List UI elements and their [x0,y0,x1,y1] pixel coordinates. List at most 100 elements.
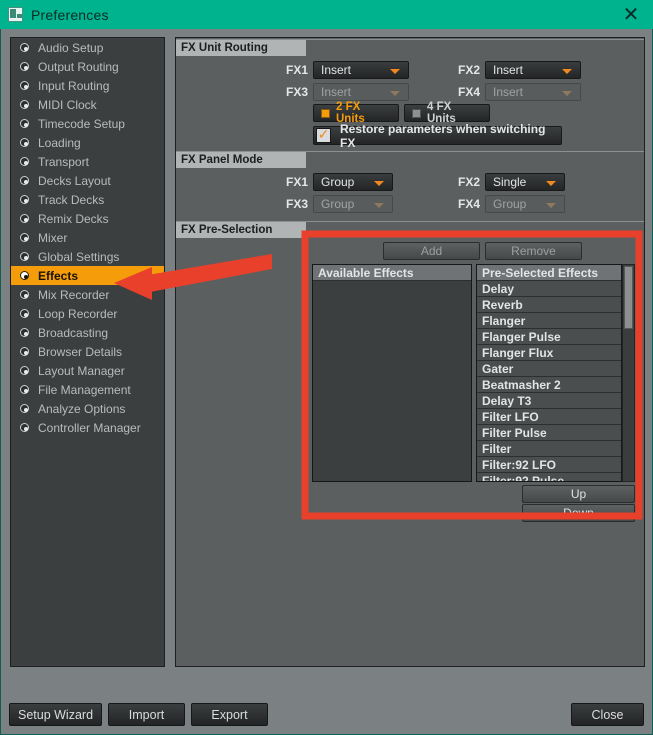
add-button[interactable]: Add [383,242,480,260]
sidebar-item-label: Transport [38,154,89,169]
section-header-fx-pre-selection: FX Pre-Selection [176,222,306,238]
fx-panel-label-fx4: FX4 [457,197,480,211]
fx-panel-label-fx1: FX1 [285,175,308,189]
preselected-effects-list[interactable]: Pre-Selected Effects Delay Reverb Flanger Fl… [476,264,622,482]
radio-icon [20,138,29,147]
chevron-down-icon [390,69,400,74]
fx-routing-dropdown-fx1[interactable]: Insert [313,61,409,79]
preselected-list-header: Pre-Selected Effects [477,265,621,281]
effects-settings-panel: FX Unit Routing FX1 Insert FX2 Insert FX… [175,37,645,667]
fx-panel-label-fx3: FX3 [285,197,308,211]
fx-panel-value-fx1: Group [321,175,355,189]
toggle-4-fx-units[interactable]: 4 FX Units [404,101,490,125]
sidebar-item-label: MIDI Clock [38,97,97,112]
close-icon[interactable]: ✕ [619,3,643,27]
list-item[interactable]: Beatmasher 2 [477,377,621,393]
available-effects-list[interactable]: Available Effects [312,264,472,482]
list-item[interactable]: Flanger Flux [477,345,621,361]
sidebar-item-output-routing[interactable]: Output Routing [11,57,164,76]
list-item[interactable]: Delay T3 [477,393,621,409]
sidebar-item-layout-manager[interactable]: Layout Manager [11,361,164,380]
preselected-list-scrollbar[interactable] [622,264,635,482]
radio-icon [20,290,29,299]
available-list-header: Available Effects [313,265,471,281]
sidebar-item-label: Track Decks [38,192,105,207]
sidebar-item-global-settings[interactable]: Global Settings [11,247,164,266]
list-item[interactable]: Filter [477,441,621,457]
chevron-down-icon [390,91,400,96]
sidebar-item-label: Decks Layout [38,173,111,188]
list-item[interactable]: Flanger Pulse [477,329,621,345]
fx-routing-value-fx4: Insert [493,85,524,99]
list-item[interactable]: Filter LFO [477,409,621,425]
sidebar-item-controller-manager[interactable]: Controller Manager [11,418,164,437]
close-button[interactable]: Close [571,703,644,726]
move-down-button[interactable]: Down [522,504,635,522]
import-button[interactable]: Import [108,703,185,726]
title-bar: Preferences ✕ [0,0,653,29]
sidebar-item-label: Audio Setup [38,40,104,55]
fx-panel-value-fx3: Group [321,197,355,211]
sidebar-item-remix-decks[interactable]: Remix Decks [11,209,164,228]
dialog-body: Audio Setup Output Routing Input Routing MI… [0,29,653,735]
sidebar-item-label: Broadcasting [38,325,109,340]
scrollbar-thumb[interactable] [624,266,633,329]
sidebar-item-mixer[interactable]: Mixer [11,228,164,247]
radio-icon [20,157,29,166]
sidebar-item-broadcasting[interactable]: Broadcasting [11,323,164,342]
sidebar-item-midi-clock[interactable]: MIDI Clock [11,95,164,114]
radio-icon [20,252,29,261]
sidebar-item-label: Input Routing [38,78,110,93]
sidebar-item-timecode-setup[interactable]: Timecode Setup [11,114,164,133]
sidebar-item-decks-layout[interactable]: Decks Layout [11,171,164,190]
sidebar-item-label: Controller Manager [38,420,141,435]
radio-icon [20,233,29,242]
toggle-2-fx-units[interactable]: 2 FX Units [313,101,399,125]
list-item[interactable]: Reverb [477,297,621,313]
sidebar-item-analyze-options[interactable]: Analyze Options [11,399,164,418]
checkbox-icon [412,108,421,118]
sidebar-item-mix-recorder[interactable]: Mix Recorder [11,285,164,304]
sidebar-item-label: Browser Details [38,344,123,359]
fx-routing-label-fx3: FX3 [285,85,308,99]
sidebar-item-input-routing[interactable]: Input Routing [11,76,164,95]
list-item[interactable]: Filter:92 LFO [477,457,621,473]
sidebar-item-label: Timecode Setup [38,116,125,131]
list-item[interactable]: Delay [477,281,621,297]
radio-icon [20,404,29,413]
list-item[interactable]: Gater [477,361,621,377]
sidebar-item-transport[interactable]: Transport [11,152,164,171]
fx-panel-dropdown-fx1[interactable]: Group [313,173,393,191]
fx-routing-label-fx1: FX1 [285,63,308,77]
fx-routing-dropdown-fx3[interactable]: Insert [313,83,409,101]
radio-icon [20,43,29,52]
sidebar-item-track-decks[interactable]: Track Decks [11,190,164,209]
sidebar-item-file-management[interactable]: File Management [11,380,164,399]
radio-icon [20,423,29,432]
preferences-sidebar[interactable]: Audio Setup Output Routing Input Routing MI… [10,37,165,667]
sidebar-item-loading[interactable]: Loading [11,133,164,152]
list-item[interactable]: Flanger [477,313,621,329]
sidebar-item-label: Output Routing [38,59,119,74]
remove-button[interactable]: Remove [485,242,582,260]
sidebar-item-browser-details[interactable]: Browser Details [11,342,164,361]
fx-panel-dropdown-fx4[interactable]: Group [485,195,565,213]
sidebar-item-effects[interactable]: Effects [11,266,164,285]
fx-routing-dropdown-fx4[interactable]: Insert [485,83,581,101]
fx-panel-dropdown-fx2[interactable]: Single [485,173,565,191]
setup-wizard-button[interactable]: Setup Wizard [9,703,102,726]
fx-routing-dropdown-fx2[interactable]: Insert [485,61,581,79]
list-item[interactable]: Filter Pulse [477,425,621,441]
fx-panel-label-fx2: FX2 [457,175,480,189]
checkbox-restore-parameters[interactable]: ✓ Restore parameters when switching FX [313,122,562,150]
list-item[interactable]: Filter:92 Pulse [477,473,621,481]
radio-icon [20,176,29,185]
chevron-down-icon [562,69,572,74]
move-up-button[interactable]: Up [522,485,635,503]
export-button[interactable]: Export [191,703,268,726]
sidebar-item-loop-recorder[interactable]: Loop Recorder [11,304,164,323]
sidebar-item-audio-setup[interactable]: Audio Setup [11,38,164,57]
chevron-down-icon [546,181,556,186]
fx-panel-dropdown-fx3[interactable]: Group [313,195,393,213]
radio-icon [20,366,29,375]
